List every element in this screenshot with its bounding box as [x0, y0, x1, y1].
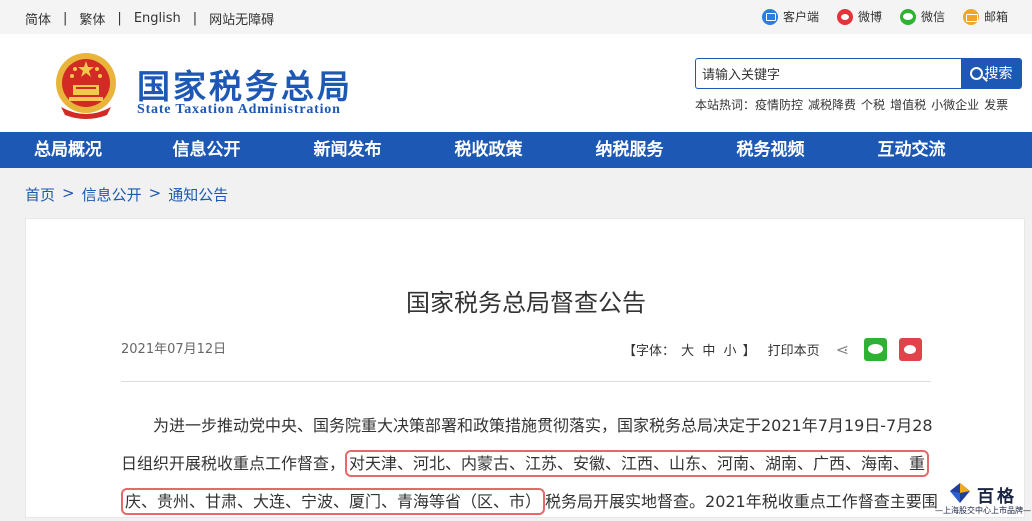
nav-item-video[interactable]: 税务视频	[700, 132, 841, 168]
highlighted-text: 庆、贵州、甘肃、大连、宁波、厦门、青海等省（区、市）	[121, 488, 546, 515]
print-button[interactable]: 打印本页	[768, 340, 820, 359]
search-button-label: 搜索	[984, 66, 1013, 82]
hot-word[interactable]: 发票	[984, 96, 1008, 113]
breadcrumb-home[interactable]: 首页	[25, 184, 55, 205]
lang-english-link[interactable]: English	[134, 11, 181, 26]
divider	[121, 381, 931, 382]
hot-word[interactable]: 小微企业	[931, 96, 979, 113]
nav-item-info-disclosure[interactable]: 信息公开	[136, 132, 277, 168]
national-emblem-icon[interactable]	[53, 49, 119, 121]
weibo-share-icon[interactable]	[898, 338, 922, 361]
body-text: 日组织开展税收重点工作督查，	[121, 454, 346, 473]
font-size-label: 【字体：	[623, 344, 676, 359]
article-body: 为进一步推动党中央、国务院重大决策部署和政策措施贯彻落实，国家税务总局决定于20…	[121, 407, 938, 521]
hot-words-label: 本站热词：	[695, 98, 756, 112]
client-label: 客户端	[782, 10, 819, 24]
breadcrumb: 首页 > 信息公开 > 通知公告	[25, 184, 228, 205]
watermark-subtitle: —上海股交中心上市品牌—	[935, 506, 1031, 515]
accessibility-link[interactable]: 网站无障碍	[209, 9, 274, 28]
wechat-icon	[899, 8, 916, 25]
mail-label: 邮箱	[983, 10, 1008, 24]
site-header: 国家税务总局 State Taxation Administration 搜索 …	[0, 34, 1032, 132]
watermark: 百格 —上海股交中心上市品牌—	[935, 479, 1032, 515]
lang-simplified-link[interactable]: 简体	[25, 9, 51, 28]
social-links: 客户端 微博 微信 邮箱	[744, 8, 1008, 25]
font-size-large[interactable]: 大	[681, 344, 694, 359]
nav-item-interaction[interactable]: 互动交流	[841, 132, 982, 168]
article-tools: 【字体： 大 中 小 】 打印本页	[623, 338, 922, 361]
watermark-name: 百格	[977, 487, 1017, 507]
font-size-small[interactable]: 小	[723, 344, 736, 359]
breadcrumb-notices[interactable]: 通知公告	[168, 184, 228, 205]
hot-word[interactable]: 增值税	[890, 96, 926, 113]
article-date: 2021年07月12日	[121, 342, 227, 357]
hot-word[interactable]: 个税	[861, 96, 885, 113]
hot-word[interactable]: 减税降费	[808, 96, 856, 113]
divider: |	[117, 11, 122, 26]
breadcrumb-separator: >	[148, 184, 162, 202]
mail-icon	[962, 8, 979, 25]
font-size-control: 【字体： 大 中 小 】	[623, 340, 756, 359]
highlighted-text: 对天津、河北、内蒙古、江苏、安徽、江西、山东、河南、湖南、广西、海南、重	[345, 450, 930, 477]
share-icon[interactable]	[836, 342, 852, 358]
weibo-link[interactable]: 微博	[836, 8, 882, 25]
search-input[interactable]	[702, 63, 952, 83]
lang-traditional-link[interactable]: 繁体	[79, 9, 105, 28]
body-text: 税务局开展实地督查。2021年税收重点工作督查主要围	[545, 492, 938, 511]
client-link[interactable]: 客户端	[761, 8, 819, 25]
nav-item-tax-service[interactable]: 纳税服务	[559, 132, 700, 168]
body-line: 日组织开展税收重点工作督查， 对天津、河北、内蒙古、江苏、安徽、江西、山东、河南、…	[121, 445, 933, 483]
top-bar: 简体 | 繁体 | English | 网站无障碍 客户端 微博 微信 邮箱	[0, 0, 1032, 34]
body-line: 为进一步推动党中央、国务院重大决策部署和政策措施贯彻落实，国家税务总局决定于20…	[121, 407, 933, 445]
wechat-label: 微信	[920, 10, 945, 24]
wechat-link[interactable]: 微信	[899, 8, 945, 25]
divider: |	[192, 11, 198, 26]
body-line: 庆、贵州、甘肃、大连、宁波、厦门、青海等省（区、市） 税务局开展实地督查。2021…	[121, 483, 938, 521]
wechat-share-icon[interactable]	[863, 338, 887, 361]
language-switcher: 简体 | 繁体 | English | 网站无障碍	[25, 9, 274, 28]
nav-item-overview[interactable]: 总局概况	[0, 132, 136, 168]
site-title[interactable]: 国家税务总局	[137, 60, 353, 108]
hot-word[interactable]: 疫情防控	[755, 96, 803, 113]
body-text: 为进一步推动党中央、国务院重大决策部署和政策措施贯彻落实，国家税务总局决定于20…	[153, 416, 933, 435]
weibo-label: 微博	[857, 10, 882, 24]
breadcrumb-separator: >	[62, 184, 75, 202]
divider: |	[63, 11, 68, 26]
weibo-icon	[836, 8, 853, 25]
baige-logo-icon	[950, 483, 970, 503]
nav-item-news[interactable]: 新闻发布	[277, 132, 418, 168]
nav-item-tax-policy[interactable]: 税收政策	[418, 132, 559, 168]
client-icon	[761, 8, 778, 25]
article-panel: 国家税务总局督查公告 2021年07月12日 【字体： 大 中 小 】 打印本页…	[25, 218, 1025, 518]
breadcrumb-info-disclosure[interactable]: 信息公开	[82, 184, 142, 205]
site-title-english: State Taxation Administration	[137, 102, 341, 117]
font-size-close: 】	[742, 344, 756, 359]
search-box: 搜索	[695, 57, 1022, 89]
search-button[interactable]: 搜索	[961, 57, 1021, 89]
search-icon	[969, 66, 983, 80]
mail-link[interactable]: 邮箱	[962, 8, 1008, 25]
font-size-medium[interactable]: 中	[702, 344, 715, 359]
article-title: 国家税务总局督查公告	[406, 289, 646, 317]
main-nav: 总局概况 信息公开 新闻发布 税收政策 纳税服务 税务视频 互动交流	[0, 132, 1032, 168]
hot-words: 本站热词： 疫情防控 减税降费 个税 增值税 小微企业 发票	[695, 96, 1013, 113]
